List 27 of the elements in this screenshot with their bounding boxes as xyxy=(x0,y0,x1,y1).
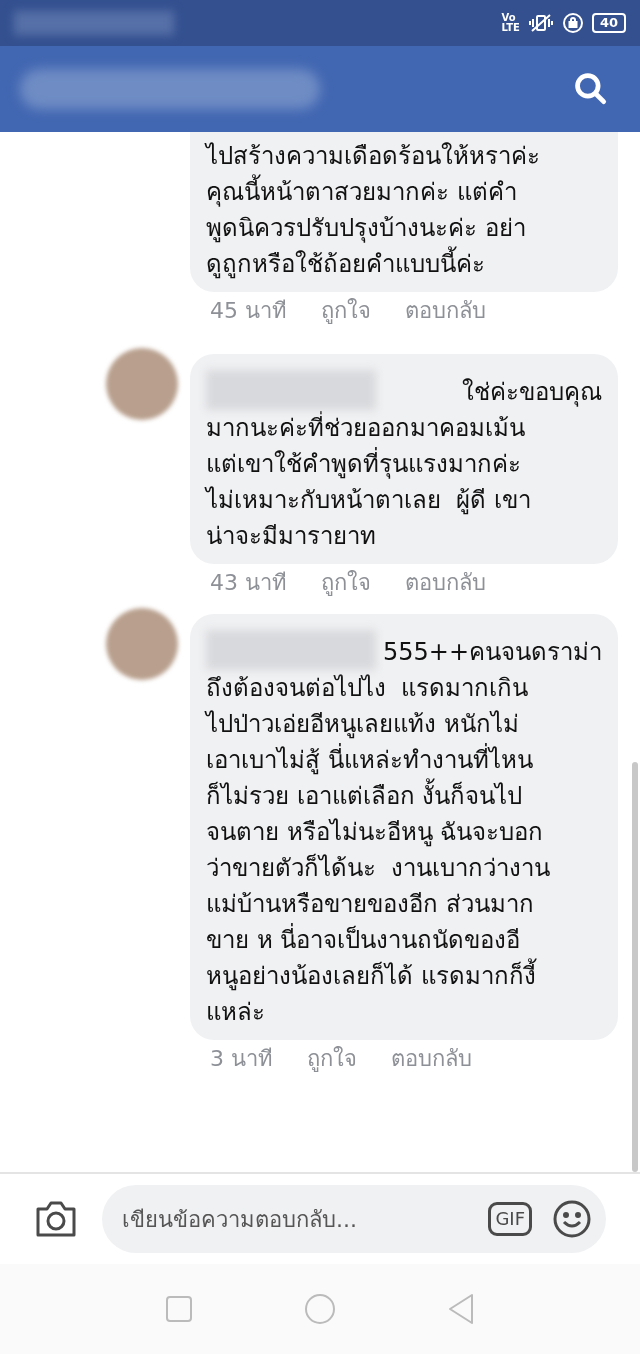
vibrate-icon xyxy=(527,13,554,33)
reply-link[interactable]: ตอบกลับ xyxy=(405,296,486,326)
like-link[interactable]: ถูกใจ xyxy=(307,1044,357,1074)
avatar[interactable] xyxy=(106,608,178,680)
network-label: Vo LTE xyxy=(501,13,520,33)
comment-text: 555++คนจนดราม่า xyxy=(382,637,602,668)
camera-icon[interactable] xyxy=(34,1200,78,1238)
back-icon[interactable] xyxy=(446,1293,475,1325)
comment-time: 3 นาที xyxy=(210,1045,273,1073)
home-icon[interactable] xyxy=(304,1293,336,1325)
comment-text: ไปสร้างความเดือดร้อนให้หราค่ะ คุณนี้หน้าตาสวยมากค่ะ แต่คำ พูดนิควรปรับปรุงบ้างนะค่ะ อย่า ดูถูกหรือใช้ถ้อยคำแบบนี้ค่ะ xyxy=(206,141,540,281)
comment-text: ใช่ค่ะขอบคุณ xyxy=(462,377,602,409)
comment-time: 43 นาที xyxy=(210,569,287,597)
battery-indicator: 40 xyxy=(591,13,626,33)
reply-field[interactable]: เขียนข้อความตอบกลับ... GIF xyxy=(102,1185,606,1253)
emoji-icon[interactable] xyxy=(552,1199,592,1239)
like-link[interactable]: ถูกใจ xyxy=(321,296,371,326)
comment-text: ถึงต้องจนต่อไปไง แรดมากเกิน ไปป่าวเอ่ยอีหนูเลยแท้ง หนักไม่ เอาเบาไม่สู้ นี่แหล่ะทำงานที่ไหน ก็ไม่รวย เอาแต่เลือก งั้นก็จนไป จนตาย หรือไม่นะอีหนู ฉันจะบอก ว่าขายตัวก็ได้นะ งานเบากว่างาน แม่บ้านหรือขายของอีก ส่วนมาก ขาย ห นี่อาจเป็นงานถนัดของอี หนูอย่างน้องเลยก็ได้ แรดมากก็งี้ แหล่ะ xyxy=(206,673,551,1028)
reply-link[interactable]: ตอบกลับ xyxy=(391,1044,472,1074)
like-link[interactable]: ถูกใจ xyxy=(321,568,371,598)
comment-time: 45 นาที xyxy=(210,297,287,325)
avatar[interactable] xyxy=(106,348,178,420)
gif-button[interactable]: GIF xyxy=(488,1202,532,1236)
lock-rotation-icon xyxy=(561,12,584,34)
recent-apps-icon[interactable] xyxy=(165,1295,194,1323)
comment-text: มากนะค่ะที่ช่วยออกมาคอมเม้น แต่เขาใช้คำพูดที่รุนแรงมากค่ะ ไม่เหมาะกับหน้าตาเลย ผู้ดี เขา น่าจะมีมารายาท xyxy=(206,410,531,554)
reply-link[interactable]: ตอบกลับ xyxy=(405,568,486,598)
